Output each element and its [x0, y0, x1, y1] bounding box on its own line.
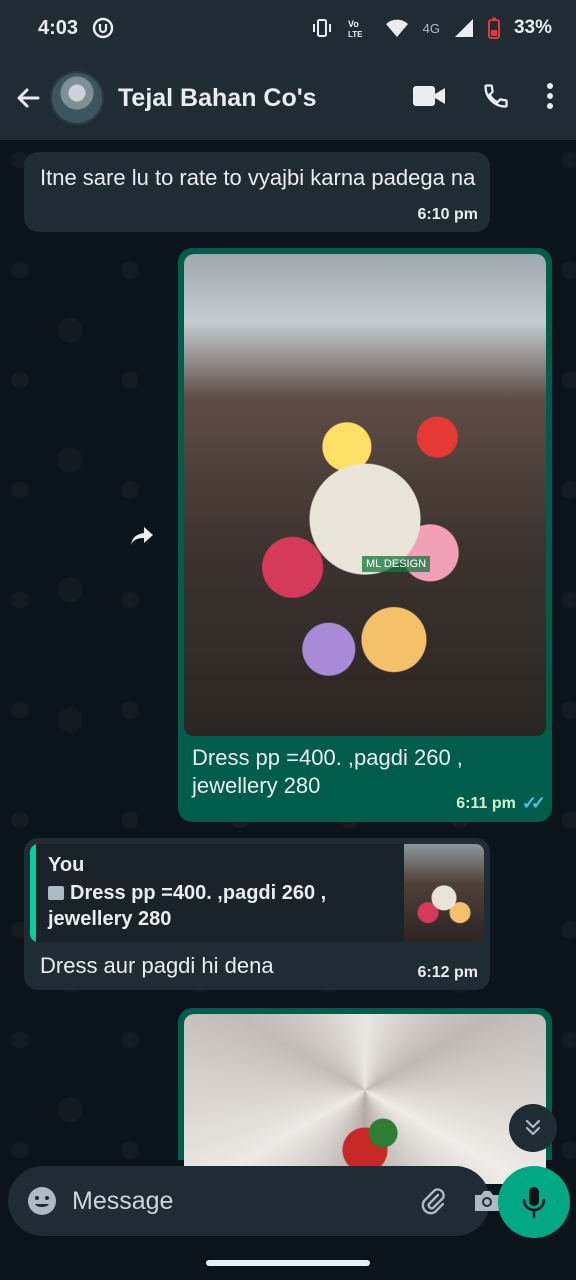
photo-caption: Dress pp =400. ,pagdi 260 , jewellery 28…	[192, 745, 463, 798]
network-type: 4G	[422, 20, 440, 36]
voice-call-button[interactable]	[482, 82, 510, 115]
chat-header: Tejal Bahan Co's	[0, 56, 576, 140]
shared-photo[interactable]: ML DESIGN	[184, 254, 546, 736]
emoji-button[interactable]	[26, 1183, 58, 1219]
microphone-icon	[522, 1187, 546, 1219]
quote-author: You	[48, 854, 85, 876]
message-time: 6:10 pm	[417, 206, 478, 223]
more-options-button[interactable]	[546, 82, 554, 115]
quote-text: Dress pp =400. ,pagdi 260 , jewellery 28…	[48, 882, 327, 930]
message-time: 6:11 pm	[456, 794, 516, 812]
message-input[interactable]	[72, 1186, 394, 1216]
shared-photo[interactable]	[184, 1014, 546, 1184]
message-text: Itne sare lu to rate to vyajbi karna pad…	[40, 165, 476, 190]
status-time: 4:03	[38, 16, 79, 39]
forward-button[interactable]	[120, 514, 164, 558]
wifi-icon	[385, 18, 409, 38]
contact-name[interactable]: Tejal Bahan Co's	[118, 84, 412, 113]
app-notification-icon	[92, 17, 114, 39]
message-incoming-reply[interactable]: You Dress pp =400. ,pagdi 260 , jeweller…	[24, 838, 490, 990]
message-text: Dress aur pagdi hi dena	[40, 953, 274, 978]
video-camera-icon	[413, 85, 445, 106]
message-outgoing-image[interactable]	[178, 1008, 552, 1184]
forward-arrow-icon	[131, 527, 153, 545]
message-outgoing-image[interactable]: ML DESIGN Dress pp =400. ,pagdi 260 , je…	[178, 248, 552, 822]
paperclip-icon	[421, 1188, 445, 1215]
double-chevron-down-icon	[525, 1119, 541, 1136]
volte-icon: Vo LTE	[347, 17, 371, 39]
video-call-button[interactable]	[412, 84, 446, 113]
quote-accent-bar	[30, 844, 36, 942]
quote-thumbnail	[404, 844, 484, 942]
photo-watermark: ML DESIGN	[362, 556, 431, 572]
attach-button[interactable]	[418, 1181, 448, 1221]
home-indicator[interactable]	[206, 1260, 370, 1266]
quoted-message[interactable]: You Dress pp =400. ,pagdi 260 , jeweller…	[30, 844, 484, 942]
emoji-icon	[28, 1187, 56, 1215]
voice-message-button[interactable]	[498, 1166, 570, 1238]
message-composer	[8, 1166, 499, 1236]
battery-icon	[487, 17, 500, 39]
svg-text:LTE: LTE	[348, 30, 363, 39]
image-icon	[48, 886, 64, 900]
signal-icon	[454, 18, 474, 38]
svg-text:Vo: Vo	[348, 19, 359, 29]
double-check-read-icon: ✓✓	[521, 793, 546, 813]
vibrate-icon	[311, 18, 333, 38]
back-button[interactable]	[10, 80, 46, 116]
arrow-left-icon	[17, 88, 40, 108]
phone-icon	[484, 83, 508, 108]
message-incoming[interactable]: Itne sare lu to rate to vyajbi karna pad…	[24, 152, 490, 232]
contact-avatar[interactable]	[50, 71, 104, 125]
message-time: 6:12 pm	[417, 964, 478, 981]
message-meta: 6:11 pm ✓✓	[456, 793, 546, 814]
status-bar: 4:03 Vo LTE 4G 33%	[0, 0, 576, 56]
kebab-menu-icon	[547, 82, 553, 109]
battery-percent: 33%	[513, 17, 552, 38]
scroll-to-bottom-button[interactable]	[509, 1104, 557, 1152]
